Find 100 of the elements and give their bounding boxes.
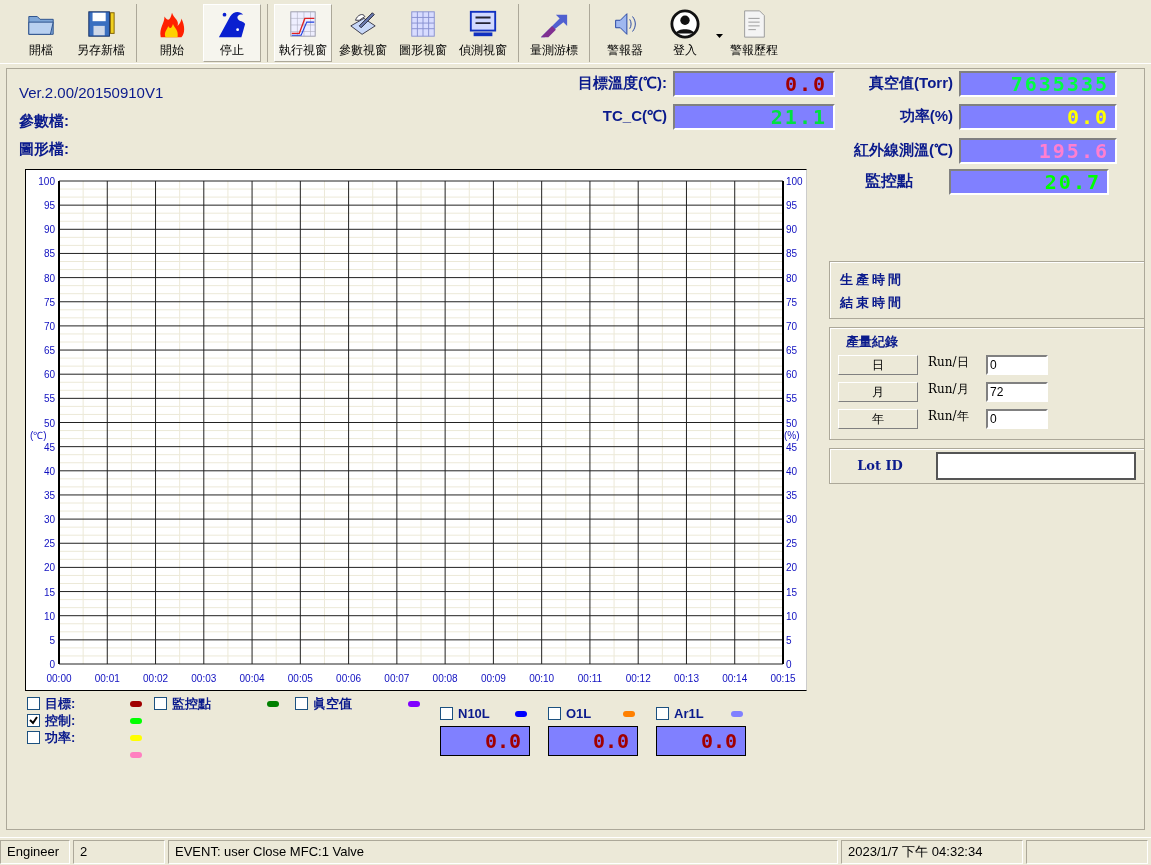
toolbar-button[interactable]: 警報歷程 <box>725 4 783 62</box>
axis-tick-label: 100 <box>38 176 55 187</box>
axis-tick-label: 5 <box>49 634 55 646</box>
status-cell: Engineer <box>0 840 70 864</box>
digital-readout: 0.0 <box>959 104 1117 131</box>
axis-tick-label: 40 <box>43 465 55 477</box>
axis-tick-label: 25 <box>43 538 55 550</box>
period-button[interactable]: 月 <box>838 382 918 402</box>
digital-readout: 21.1 <box>673 104 835 131</box>
digital-readout: 0.0 <box>673 71 835 97</box>
line-chart-icon <box>288 9 318 39</box>
checkbox[interactable] <box>27 714 40 727</box>
axis-tick-label: 25 <box>786 538 798 550</box>
axis-tick-label: 10 <box>786 610 798 622</box>
toolbar-button[interactable]: 開始 <box>143 4 201 62</box>
axis-tick-label: 75 <box>786 296 798 308</box>
axis-tick-label: 00:09 <box>480 673 506 684</box>
run-label: Run/年 <box>928 408 970 425</box>
run-label: Run/月 <box>928 381 970 398</box>
axis-title: (%) <box>784 430 800 441</box>
checkbox[interactable] <box>27 731 40 744</box>
axis-tick-label: 80 <box>43 272 55 284</box>
axis-tick-label: 20 <box>43 562 55 574</box>
toolbar-button[interactable]: 執行視窗 <box>274 4 332 62</box>
axis-tick-label: 00:03 <box>191 673 217 684</box>
axis-tick-label: 55 <box>43 393 55 405</box>
axis-tick-label: 85 <box>786 248 798 260</box>
toolbar-button[interactable]: 圖形視窗 <box>394 4 452 62</box>
toolbar-button[interactable]: 量測游標 <box>525 4 583 62</box>
readout-label: 功率(%) <box>898 106 953 127</box>
checkbox[interactable] <box>548 707 561 720</box>
checkbox[interactable] <box>295 697 308 710</box>
status-cell: 2 <box>73 840 165 864</box>
toolbar-button[interactable]: 警報器 <box>596 4 654 62</box>
axis-tick-label: 35 <box>43 489 55 501</box>
axis-tick-label: 30 <box>43 514 55 526</box>
readout-label: 目標溫度(℃): <box>577 73 667 93</box>
legend-label: O1L <box>566 704 593 723</box>
legend-label: 功率: <box>45 728 77 747</box>
axis-tick-label: 00:05 <box>287 673 313 684</box>
axis-tick-label: 00:11 <box>577 673 603 684</box>
axis-tick-label: 70 <box>786 320 798 332</box>
axis-tick-label: 00:07 <box>384 673 410 684</box>
period-button[interactable]: 日 <box>838 355 918 375</box>
axis-tick-label: 00:06 <box>336 673 362 684</box>
group-title: 產量紀錄 <box>846 333 898 351</box>
axis-tick-label: 20 <box>786 562 798 574</box>
toolbar-button[interactable]: 另存新檔 <box>72 4 130 62</box>
readout-label: 紅外線測溫(℃) <box>853 139 953 160</box>
axis-tick-label: 75 <box>43 296 55 308</box>
count-field[interactable]: 0 <box>986 409 1048 429</box>
field-label: 圖形檔: <box>19 139 70 159</box>
digital-readout: 195.6 <box>959 137 1117 164</box>
run-label: Run/日 <box>928 354 970 371</box>
count-field[interactable]: 72 <box>986 382 1048 402</box>
toolbar-button[interactable]: 停止 <box>203 4 261 62</box>
axis-tick-label: 95 <box>43 200 55 212</box>
toolbar-button[interactable]: 開檔 <box>12 4 70 62</box>
lot-id-field[interactable] <box>936 451 1136 480</box>
axis-tick-label: 00:12 <box>625 673 651 684</box>
checkbox[interactable] <box>27 697 40 710</box>
user-icon <box>670 9 700 39</box>
axis-tick-label: 70 <box>43 320 55 332</box>
toolbar-button[interactable]: 登入 <box>656 4 714 62</box>
toolbar-button[interactable]: 參數視窗 <box>334 4 392 62</box>
axis-tick-label: 60 <box>786 369 798 381</box>
axis-tick-label: 00:00 <box>46 673 72 684</box>
axis-tick-label: 65 <box>43 345 55 357</box>
axis-tick-label: 00:10 <box>529 673 555 684</box>
digital-readout: 20.7 <box>949 169 1109 195</box>
axis-tick-label: 100 <box>786 176 803 187</box>
legend-label: Ar1L <box>674 704 705 723</box>
axis-tick-label: 00:01 <box>94 673 120 684</box>
legend-label: 目標: <box>45 694 77 713</box>
digital-readout: 0.0 <box>548 726 638 756</box>
axis-tick-label: 00:08 <box>432 673 458 684</box>
grid-icon <box>408 9 438 39</box>
toolbar-button[interactable]: 偵測視窗 <box>454 4 512 62</box>
axis-tick-label: 50 <box>786 417 798 429</box>
time-label: 結束時間 <box>840 294 904 312</box>
axis-tick-label: 30 <box>786 514 798 526</box>
axis-tick-label: 0 <box>49 659 55 670</box>
period-button[interactable]: 年 <box>838 409 918 429</box>
axis-tick-label: 0 <box>786 659 792 670</box>
axis-tick-label: 90 <box>786 224 798 236</box>
readout-label: TC_C(℃) <box>601 106 667 127</box>
axis-tick-label: 00:14 <box>722 673 748 684</box>
axis-tick-label: 55 <box>786 393 798 405</box>
axis-tick-label: 80 <box>786 272 798 284</box>
readout-label: 監控點 <box>864 171 914 191</box>
checkbox[interactable] <box>656 707 669 720</box>
legend-label: 眞空值 <box>313 694 353 713</box>
axis-tick-label: 00:15 <box>770 673 796 684</box>
checkbox[interactable] <box>154 697 167 710</box>
digital-readout: 0.0 <box>656 726 746 756</box>
count-field[interactable]: 0 <box>986 355 1048 375</box>
checkbox[interactable] <box>440 707 453 720</box>
monitor-icon <box>468 9 498 39</box>
field-label: 參數檔: <box>19 111 70 131</box>
axis-tick-label: 85 <box>43 248 55 260</box>
